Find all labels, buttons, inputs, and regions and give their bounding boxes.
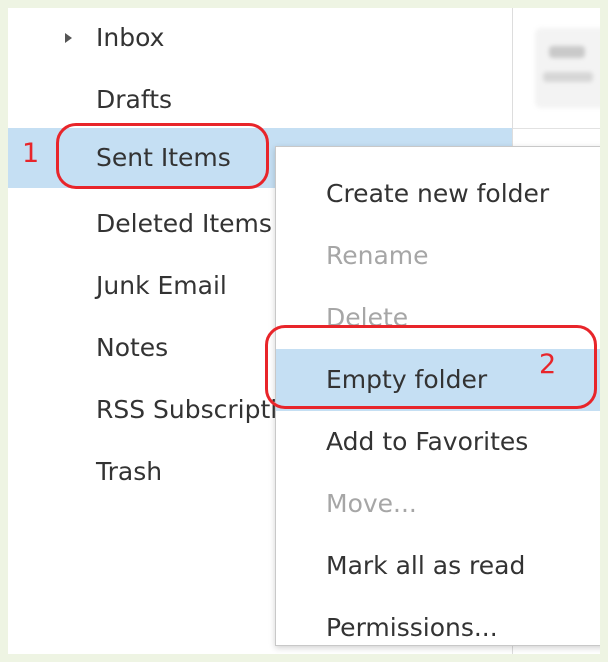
- folder-label: Deleted Items: [96, 209, 272, 238]
- menu-item-label: Create new folder: [326, 179, 550, 208]
- folder-label: Trash: [96, 457, 163, 486]
- folder-label: Inbox: [96, 23, 165, 52]
- menu-item-mark-all-as-read[interactable]: Mark all as read: [276, 535, 600, 597]
- folder-label: Drafts: [96, 85, 173, 114]
- menu-item-label: Mark all as read: [326, 551, 526, 580]
- folder-item-drafts[interactable]: Drafts: [8, 70, 512, 130]
- row-separator: [513, 128, 600, 129]
- message-preview-blurred[interactable]: [535, 28, 600, 108]
- caret-right-icon[interactable]: [65, 33, 72, 43]
- menu-item-label: Move...: [326, 489, 417, 518]
- folder-label: Notes: [96, 333, 169, 362]
- annotation-step-1: 1: [22, 138, 40, 169]
- annotation-step-2: 2: [539, 349, 557, 380]
- menu-item-label: Rename: [326, 241, 429, 270]
- blurred-subject: [543, 72, 593, 82]
- menu-item-label: Add to Favorites: [326, 427, 529, 456]
- menu-item-label: Permissions...: [326, 613, 498, 642]
- folder-label: Junk Email: [96, 271, 227, 300]
- menu-item-create-new-folder[interactable]: Create new folder: [276, 163, 600, 225]
- mail-client-window: Inbox Drafts Sent Items Deleted Items Ju…: [8, 8, 600, 654]
- menu-item-add-to-favorites[interactable]: Add to Favorites: [276, 411, 600, 473]
- annotation-highlight-sent-items: [56, 123, 269, 189]
- folder-item-inbox[interactable]: Inbox: [8, 8, 512, 68]
- blurred-sender: [549, 46, 585, 58]
- menu-item-rename: Rename: [276, 225, 600, 287]
- menu-item-permissions[interactable]: Permissions...: [276, 597, 600, 654]
- menu-item-move: Move...: [276, 473, 600, 535]
